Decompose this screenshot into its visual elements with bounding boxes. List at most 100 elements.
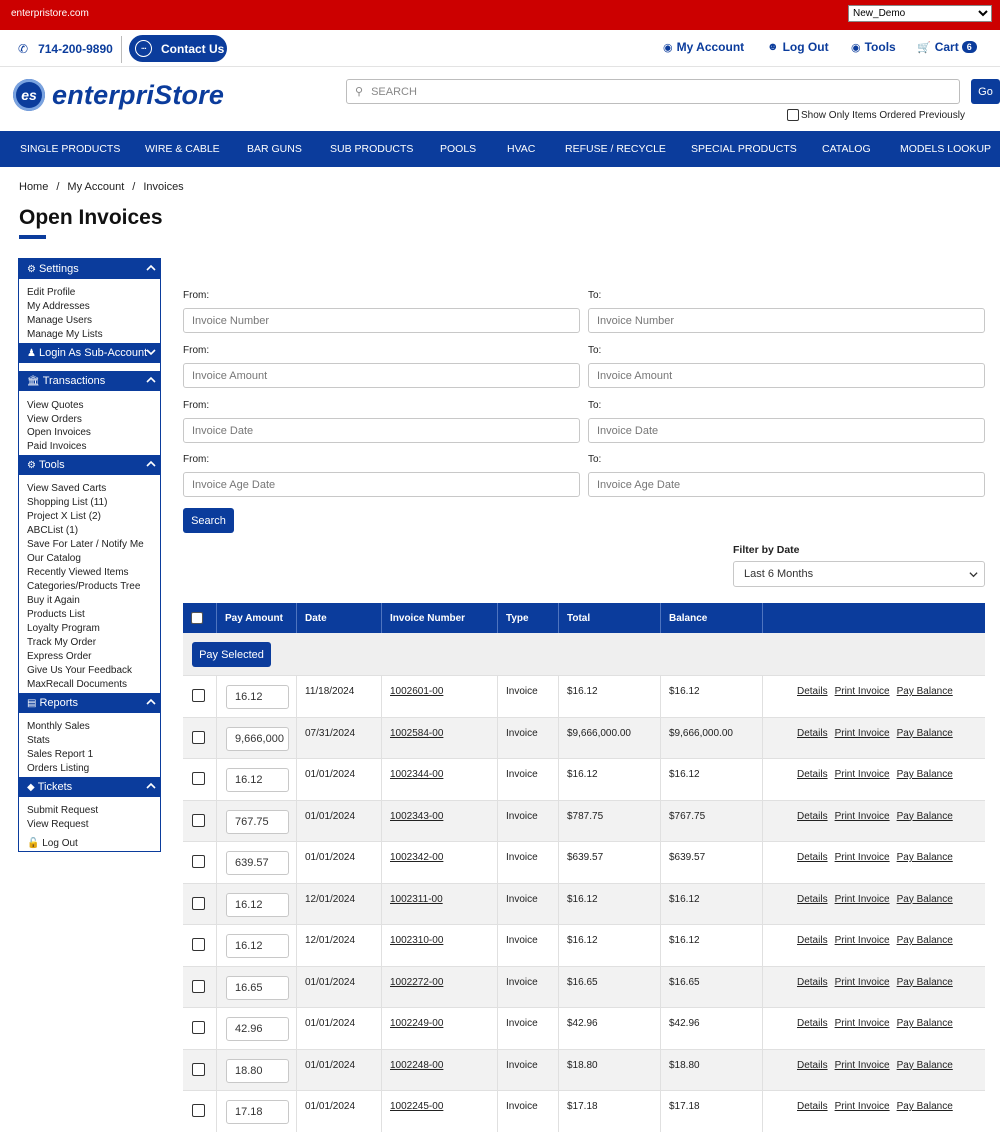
details-link[interactable]: Details [797, 894, 828, 905]
nav-bar-guns[interactable]: BAR GUNS [247, 143, 302, 155]
details-link[interactable]: Details [797, 686, 828, 697]
row-checkbox[interactable] [192, 855, 205, 868]
row-checkbox[interactable] [192, 1062, 205, 1076]
invoice-amount-from-input[interactable]: Invoice Amount [183, 363, 580, 388]
contact-us-button[interactable]: ··· Contact Us [129, 35, 227, 62]
my-account-link[interactable]: ◉ My Account [663, 40, 744, 54]
print-invoice-link[interactable]: Print Invoice [835, 852, 890, 863]
sidebar-item-view-request[interactable]: View Request [27, 819, 89, 830]
sidebar-item-paid-invoices[interactable]: Paid Invoices [27, 441, 86, 452]
nav-catalog[interactable]: CATALOG [822, 143, 871, 155]
row-checkbox[interactable] [192, 979, 205, 993]
cart-link[interactable]: 🛒 Cart 6 [917, 40, 977, 54]
pay-amount-input[interactable]: 639.57 [226, 851, 289, 875]
sidebar-item-loyalty-program[interactable]: Loyalty Program [27, 623, 100, 634]
row-checkbox[interactable] [192, 896, 205, 910]
details-link[interactable]: Details [797, 977, 828, 988]
sidebar-item-track-my-order[interactable]: Track My Order [27, 637, 96, 648]
row-checkbox[interactable] [192, 1021, 205, 1034]
filter-by-date-select[interactable]: Last 6 Months [733, 561, 985, 587]
pay-balance-link[interactable]: Pay Balance [897, 686, 953, 697]
sidebar-item-our-catalog[interactable]: Our Catalog [27, 553, 81, 564]
tools-link[interactable]: ◉ Tools [851, 40, 896, 54]
row-checkbox[interactable] [192, 813, 205, 827]
search-button[interactable]: Search [183, 508, 234, 533]
pay-balance-link[interactable]: Pay Balance [897, 769, 953, 780]
sidebar-item-view-saved-carts[interactable]: View Saved Carts [27, 483, 106, 494]
sidebar-item-sales-report-1[interactable]: Sales Report 1 [27, 749, 93, 760]
pay-balance-link[interactable]: Pay Balance [897, 977, 953, 988]
pay-amount-input[interactable]: 16.65 [226, 975, 289, 1000]
ordered-previously-checkbox[interactable] [787, 109, 799, 121]
account-select[interactable]: New_Demo [848, 5, 992, 22]
pay-balance-link[interactable]: Pay Balance [897, 852, 953, 863]
logo[interactable]: es enterpriStore [13, 79, 224, 111]
nav-sub-products[interactable]: SUB PRODUCTS [330, 143, 413, 155]
pay-amount-input[interactable]: 16.12 [226, 685, 289, 709]
row-checkbox[interactable] [192, 689, 205, 702]
invoice-amount-to-input[interactable]: Invoice Amount [588, 363, 985, 388]
print-invoice-link[interactable]: Print Invoice [835, 1060, 890, 1071]
invoice-age-date-from-input[interactable]: Invoice Age Date [183, 472, 580, 497]
breadcrumb-home[interactable]: Home [19, 181, 48, 193]
sidebar-item-log-out[interactable]: 🔓 Log Out [27, 838, 78, 849]
invoice-number-from-input[interactable]: Invoice Number [183, 308, 580, 333]
sidebar-tools-header[interactable]: ⚙ Tools [19, 455, 160, 475]
invoice-number-link[interactable]: 1002342-00 [390, 852, 443, 863]
print-invoice-link[interactable]: Print Invoice [835, 894, 890, 905]
details-link[interactable]: Details [797, 852, 828, 863]
pay-balance-link[interactable]: Pay Balance [897, 894, 953, 905]
nav-special-products[interactable]: SPECIAL PRODUCTS [691, 143, 797, 155]
pay-balance-link[interactable]: Pay Balance [897, 1101, 953, 1112]
sidebar-tickets-header[interactable]: ◆ Tickets [19, 777, 160, 797]
invoice-date-from-input[interactable]: Invoice Date [183, 418, 580, 443]
invoice-number-link[interactable]: 1002310-00 [390, 935, 443, 946]
sidebar-settings-header[interactable]: ⚙ Settings [19, 259, 160, 279]
print-invoice-link[interactable]: Print Invoice [835, 1101, 890, 1112]
pay-balance-link[interactable]: Pay Balance [897, 728, 953, 739]
sidebar-item-open-invoices[interactable]: Open Invoices [27, 427, 91, 438]
invoice-date-to-input[interactable]: Invoice Date [588, 418, 985, 443]
nav-pools[interactable]: POOLS [440, 143, 476, 155]
invoice-number-link[interactable]: 1002344-00 [390, 769, 443, 780]
invoice-number-link[interactable]: 1002311-00 [390, 894, 443, 905]
invoice-number-link[interactable]: 1002601-00 [390, 686, 443, 697]
print-invoice-link[interactable]: Print Invoice [835, 811, 890, 822]
details-link[interactable]: Details [797, 769, 828, 780]
pay-amount-input[interactable]: 18.80 [226, 1058, 289, 1083]
details-link[interactable]: Details [797, 811, 828, 822]
go-button[interactable]: Go [971, 79, 1000, 104]
breadcrumb-my-account[interactable]: My Account [67, 181, 124, 193]
pay-amount-input[interactable]: 17.18 [226, 1100, 289, 1124]
invoice-number-link[interactable]: 1002249-00 [390, 1018, 443, 1029]
details-link[interactable]: Details [797, 728, 828, 739]
sidebar-item-project-x-list[interactable]: Project X List (2) [27, 511, 101, 522]
invoice-number-link[interactable]: 1002248-00 [390, 1060, 443, 1071]
row-checkbox[interactable] [192, 1104, 205, 1117]
details-link[interactable]: Details [797, 1060, 828, 1071]
print-invoice-link[interactable]: Print Invoice [835, 977, 890, 988]
sidebar-item-submit-request[interactable]: Submit Request [27, 805, 98, 816]
sidebar-item-express-order[interactable]: Express Order [27, 651, 91, 662]
sidebar-login-sub-header[interactable]: ♟ Login As Sub-Account [19, 343, 160, 363]
log-out-link[interactable]: ☻ Log Out [767, 40, 829, 54]
sidebar-item-view-quotes[interactable]: View Quotes [27, 400, 84, 411]
sidebar-item-buy-it-again[interactable]: Buy it Again [27, 595, 80, 606]
invoice-number-link[interactable]: 1002584-00 [390, 728, 443, 739]
details-link[interactable]: Details [797, 935, 828, 946]
print-invoice-link[interactable]: Print Invoice [835, 935, 890, 946]
sidebar-item-manage-users[interactable]: Manage Users [27, 315, 92, 326]
pay-balance-link[interactable]: Pay Balance [897, 935, 953, 946]
invoice-number-to-input[interactable]: Invoice Number [588, 308, 985, 333]
nav-single-products[interactable]: SINGLE PRODUCTS [20, 143, 120, 155]
sidebar-item-categories-tree[interactable]: Categories/Products Tree [27, 581, 140, 592]
pay-amount-input[interactable]: 16.12 [226, 892, 289, 917]
nav-refuse-recycle[interactable]: REFUSE / RECYCLE [565, 143, 666, 155]
search-input[interactable]: ⚲ SEARCH [346, 79, 960, 104]
pay-amount-input[interactable]: 767.75 [226, 809, 289, 834]
sidebar-item-view-orders[interactable]: View Orders [27, 414, 82, 425]
nav-hvac[interactable]: HVAC [507, 143, 535, 155]
sidebar-reports-header[interactable]: ▤ Reports [19, 693, 160, 713]
print-invoice-link[interactable]: Print Invoice [835, 1018, 890, 1029]
sidebar-item-recently-viewed[interactable]: Recently Viewed Items [27, 567, 129, 578]
